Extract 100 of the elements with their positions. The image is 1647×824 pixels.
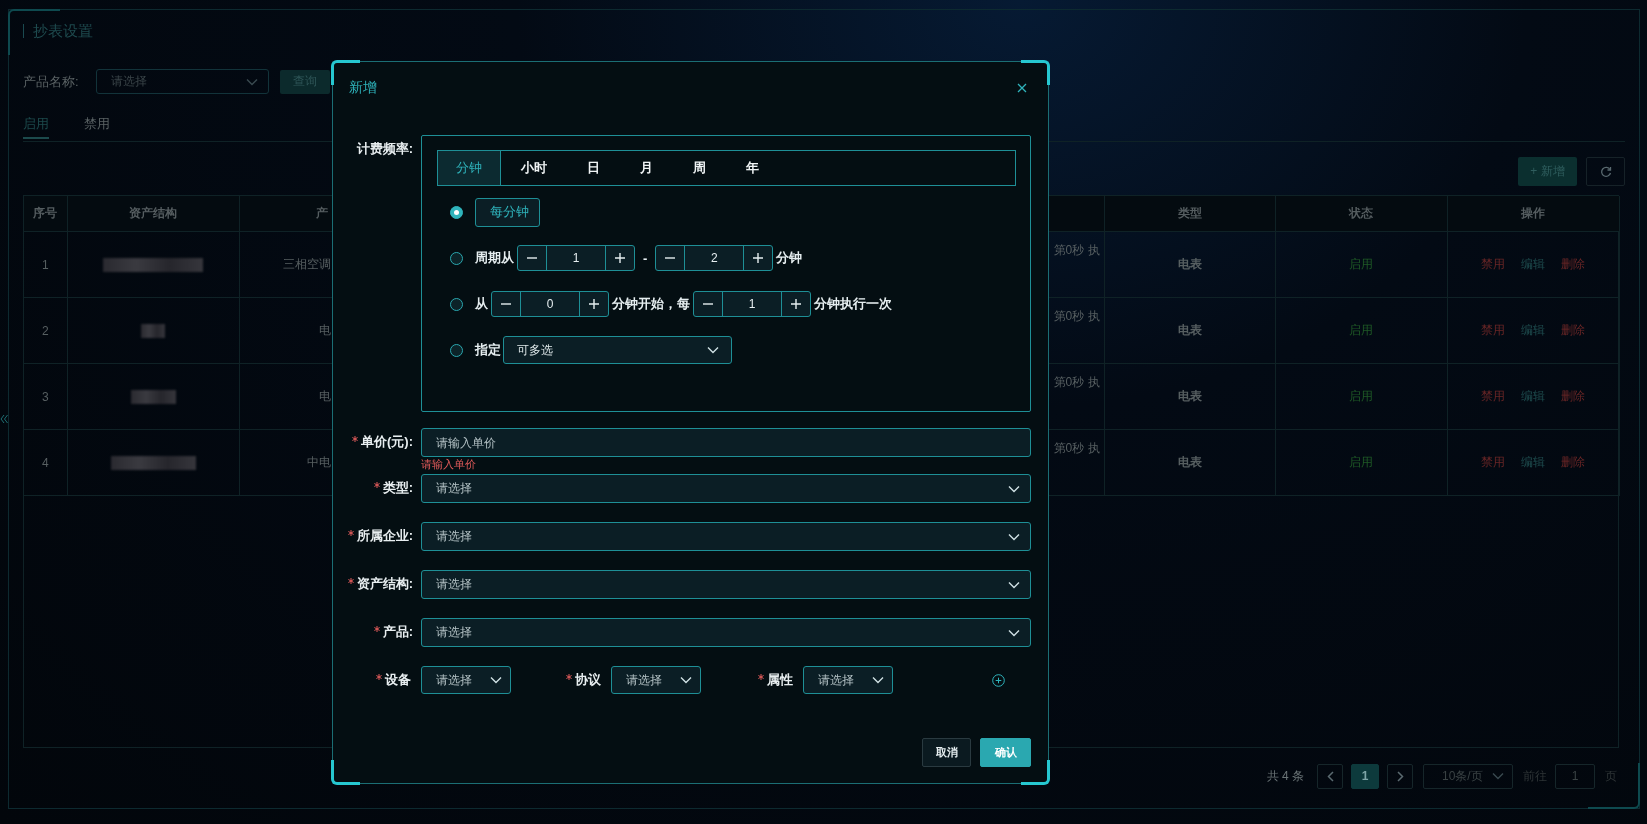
status-text: 启用 <box>1349 389 1373 403</box>
chevron-down-icon <box>680 676 692 684</box>
field-label: 协议 <box>575 671 601 689</box>
option-label: 从 <box>475 295 488 313</box>
table-cell: 3 <box>41 389 49 404</box>
radio-button[interactable] <box>450 251 463 265</box>
chevron-down-icon <box>1008 580 1020 589</box>
tab[interactable]: 禁用 <box>84 109 110 141</box>
select-field[interactable]: 请选择 <box>803 666 893 694</box>
field-label: 资产结构: <box>356 575 413 593</box>
status-text: 启用 <box>1349 323 1373 337</box>
plus-circle-icon <box>992 673 1005 687</box>
number-stepper[interactable]: 1 <box>517 245 635 271</box>
select-field[interactable]: 请选择 <box>421 570 1031 599</box>
table-cell: 电表 <box>1177 323 1202 337</box>
table-cell: 电表 <box>1177 257 1202 271</box>
radio-button[interactable] <box>450 205 463 219</box>
table-cell: 第0秒 执 <box>1053 441 1100 455</box>
table-cell: 第0秒 执 <box>1053 309 1100 323</box>
plus-icon <box>753 253 764 263</box>
option-label: 周期从 <box>475 249 514 267</box>
table-cell: 电表 <box>1177 389 1202 403</box>
table-cell: 电表 <box>1177 455 1202 469</box>
unit-label: 分钟执行一次 <box>814 295 892 313</box>
table-cell: 第0秒 执 <box>1053 375 1100 389</box>
chevron-down-icon <box>246 77 258 86</box>
multi-select[interactable]: 可多选 <box>503 336 732 364</box>
field-label: 设备 <box>385 671 411 689</box>
filter-label: 产品名称: <box>23 72 80 91</box>
select-field[interactable]: 请选择 <box>421 618 1031 647</box>
option-text: 分钟开始，每 <box>612 295 690 313</box>
select-field[interactable]: 请选择 <box>421 474 1031 503</box>
table-cell: 4 <box>41 455 49 470</box>
table-cell: 1 <box>41 257 49 272</box>
status-text: 启用 <box>1349 257 1373 271</box>
field-label: 所属企业: <box>356 527 413 545</box>
chevron-down-icon <box>1008 532 1020 541</box>
unit-label: 分钟 <box>776 249 803 267</box>
error-message: 请输入单价 <box>421 457 477 472</box>
field-label: 类型: <box>382 479 413 497</box>
double-chevron-left-icon <box>0 414 8 424</box>
total-count: 共 4 条 <box>1266 767 1304 785</box>
radio-button[interactable] <box>450 343 463 357</box>
table-cell: 电 <box>318 323 331 337</box>
chevron-down-icon <box>1008 628 1020 637</box>
close-button[interactable] <box>1015 81 1029 95</box>
table-cell: 三相空调 <box>282 257 331 271</box>
refresh-icon <box>1599 165 1612 178</box>
status-text: 启用 <box>1349 455 1373 469</box>
number-stepper[interactable]: 1 <box>693 291 811 317</box>
chevron-down-icon <box>1008 484 1020 493</box>
column-header: 序号 <box>33 206 58 220</box>
column-header: 产 <box>315 206 328 220</box>
add-row-button[interactable] <box>992 673 1005 687</box>
chevron-down-icon <box>1492 772 1504 780</box>
plus-icon <box>615 253 625 263</box>
number-stepper[interactable]: 0 <box>491 291 609 317</box>
tab[interactable]: 年 <box>726 151 779 185</box>
field-label: 产品: <box>382 623 413 641</box>
field-label: 属性 <box>767 671 793 689</box>
radio-button[interactable] <box>450 297 463 311</box>
plus-icon <box>589 299 599 309</box>
input-field[interactable]: 请输入单价 <box>421 428 1031 457</box>
page-number[interactable]: 1 <box>1351 763 1379 789</box>
table-cell: 2 <box>41 323 49 338</box>
chevron-right-icon <box>1396 770 1404 782</box>
select-field[interactable]: 请选择 <box>611 666 701 694</box>
column-header: 操作 <box>1521 206 1545 220</box>
table-cell: 第0秒 执 <box>1053 243 1100 257</box>
chevron-down-icon <box>872 676 884 684</box>
select-field[interactable]: 请选择 <box>421 666 511 694</box>
table-cell: 中电 <box>306 455 331 469</box>
option-label: 每分钟 <box>475 197 540 227</box>
chevron-down-icon <box>490 676 502 684</box>
close-icon <box>1017 83 1027 93</box>
table-cell: 电 <box>318 389 331 403</box>
tab[interactable]: 小时 <box>501 151 567 185</box>
tab[interactable]: 日 <box>567 151 620 185</box>
number-stepper[interactable]: 2 <box>655 245 774 271</box>
field-label: 计费频率: <box>356 140 413 158</box>
dialog-title: 新增 <box>349 79 377 97</box>
tab[interactable]: 月 <box>620 151 673 185</box>
column-header: 状态 <box>1349 206 1373 220</box>
tab[interactable]: 周 <box>673 151 726 185</box>
confirm-button[interactable]: 确认 <box>980 738 1031 767</box>
cancel-button[interactable]: 取消 <box>922 738 971 767</box>
corner-accent <box>331 760 360 785</box>
page-title: 抄表设置 <box>33 21 93 41</box>
field-label: 单价(元): <box>361 433 413 451</box>
plus-icon <box>791 299 801 309</box>
tab[interactable]: 分钟 <box>438 151 501 185</box>
corner-accent <box>1588 763 1640 809</box>
column-header: 类型 <box>1177 206 1202 220</box>
chevron-down-icon <box>707 346 719 354</box>
select-field[interactable]: 请选择 <box>421 522 1031 551</box>
separator-text: - <box>643 250 648 266</box>
chevron-left-icon <box>1326 770 1334 782</box>
option-label: 指定 <box>475 341 501 359</box>
corner-accent <box>1021 60 1050 85</box>
column-header: 资产结构 <box>129 206 177 220</box>
